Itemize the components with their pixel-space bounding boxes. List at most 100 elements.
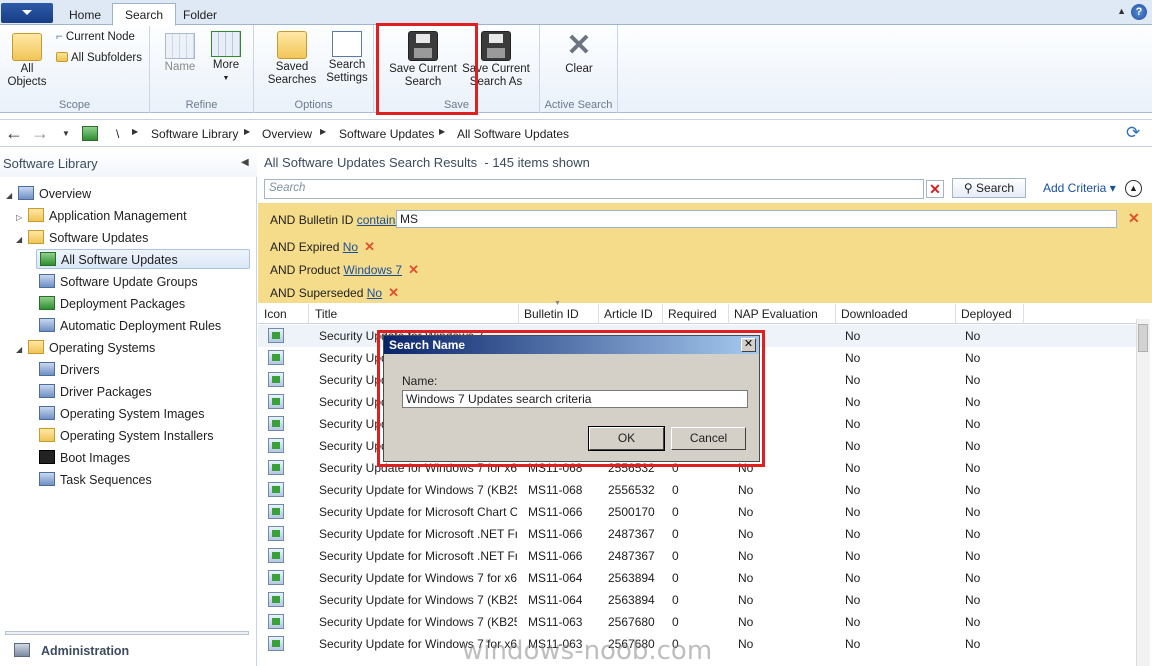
remove-criteria-icon[interactable]: ✕ <box>364 239 375 254</box>
expand-icon[interactable]: ◢ <box>16 340 28 360</box>
table-cell: No <box>845 417 861 431</box>
refresh-icon[interactable]: ⟳ <box>1126 123 1140 143</box>
column-title[interactable]: Title <box>315 307 337 321</box>
all-objects-button[interactable]: All Objects <box>6 33 48 89</box>
forward-arrow-icon[interactable]: → <box>30 124 50 144</box>
tree-item-deployment-packages[interactable]: Deployment Packages <box>39 294 185 314</box>
tab-folder[interactable]: Folder <box>170 3 230 26</box>
tree-item-boot-images[interactable]: Boot Images <box>39 448 130 468</box>
add-criteria-button[interactable]: Add Criteria ▾ <box>1043 181 1116 195</box>
tree-item-software-update-groups[interactable]: Software Update Groups <box>39 272 198 292</box>
expand-icon[interactable]: ◢ <box>6 186 18 206</box>
column-required[interactable]: Required <box>668 307 717 321</box>
column-bulletin-id[interactable]: Bulletin ID <box>524 307 579 321</box>
remove-criteria-icon[interactable]: ✕ <box>1128 210 1140 227</box>
breadcrumb-overview[interactable]: Overview <box>262 127 312 141</box>
remove-criteria-icon[interactable]: ✕ <box>388 285 399 300</box>
breadcrumb-root[interactable]: \ <box>116 127 119 141</box>
os-installer-icon <box>39 428 55 442</box>
table-row[interactable]: Security Update for Windows 7 (KB25... MS… <box>258 611 1138 633</box>
column-deployed[interactable]: Deployed <box>961 307 1012 321</box>
table-row[interactable]: Security Update for Windows 7 (KB25... MS… <box>258 589 1138 611</box>
software-update-icon <box>268 416 284 431</box>
minimize-ribbon-icon[interactable]: ▲ <box>1117 6 1126 16</box>
ribbon-tab-bar: Home Search Folder ▲ ? <box>0 0 1152 26</box>
table-row[interactable]: Security Update for Microsoft .NET Fra..… <box>258 523 1138 545</box>
breadcrumb-software-library[interactable]: Software Library <box>151 127 238 141</box>
clear-search-icon[interactable]: ✕ <box>926 180 944 198</box>
help-icon[interactable]: ? <box>1131 4 1147 20</box>
table-cell: No <box>738 549 754 563</box>
name-button[interactable]: Name <box>162 33 198 74</box>
saved-searches-button[interactable]: Saved Searches <box>264 31 320 87</box>
remove-criteria-icon[interactable]: ✕ <box>408 262 419 277</box>
breadcrumb-separator-icon[interactable]: ▶ <box>439 127 445 136</box>
cancel-button[interactable]: Cancel <box>671 427 746 450</box>
tree-item-automatic-deployment-rules[interactable]: Automatic Deployment Rules <box>39 316 221 336</box>
all-subfolders-icon <box>56 52 68 62</box>
column-article-id[interactable]: Article ID <box>604 307 653 321</box>
current-node-button[interactable]: ⌐ Current Node <box>56 31 135 44</box>
tree-item-drivers[interactable]: Drivers <box>39 360 100 380</box>
tree-item-software-updates[interactable]: ◢ Software Updates <box>16 228 148 248</box>
history-dropdown-icon[interactable]: ▼ <box>62 129 70 138</box>
column-icon[interactable]: Icon <box>264 307 287 321</box>
administration-icon <box>14 643 30 657</box>
application-menu-button[interactable] <box>1 3 53 23</box>
table-cell: No <box>845 637 861 651</box>
table-cell: No <box>845 373 861 387</box>
tree-item-operating-system-installers[interactable]: Operating System Installers <box>39 426 214 446</box>
tree-item-operating-systems[interactable]: ◢ Operating Systems <box>16 338 155 358</box>
tree-item-driver-packages[interactable]: Driver Packages <box>39 382 152 402</box>
criteria-value-link[interactable]: No <box>343 240 358 254</box>
breadcrumb-separator-icon[interactable]: ▶ <box>320 127 326 136</box>
collapse-criteria-icon[interactable]: ▲ <box>1125 180 1142 197</box>
dialog-close-icon[interactable]: ✕ <box>741 338 756 352</box>
tree-item-all-software-updates[interactable]: All Software Updates <box>36 249 250 269</box>
column-divider <box>955 304 956 324</box>
tab-home[interactable]: Home <box>56 3 114 26</box>
table-cell: 0 <box>672 571 679 585</box>
criteria-condition-link[interactable]: contains <box>357 213 402 227</box>
tab-search[interactable]: Search <box>112 3 177 26</box>
search-settings-button[interactable]: Search Settings <box>324 31 370 85</box>
clear-button[interactable]: ✕ Clear <box>554 31 604 76</box>
search-button[interactable]: ⚲ Search <box>952 178 1026 198</box>
collapse-pane-icon[interactable]: ◀ <box>241 157 249 168</box>
more-button[interactable]: More ▼ <box>208 31 244 85</box>
workspace-administration[interactable]: Administration <box>41 644 129 658</box>
breadcrumb-software-updates[interactable]: Software Updates <box>339 127 434 141</box>
ok-button[interactable]: OK <box>588 426 665 451</box>
breadcrumb-separator-icon[interactable]: ▶ <box>244 127 250 136</box>
breadcrumb-separator-icon[interactable]: ▶ <box>132 127 138 136</box>
tree-item-task-sequences[interactable]: Task Sequences <box>39 470 152 490</box>
tree-item-operating-system-images[interactable]: Operating System Images <box>39 404 205 424</box>
expand-icon[interactable]: ◢ <box>16 230 28 250</box>
criteria-value-link[interactable]: No <box>367 286 382 300</box>
table-cell: MS11-063 <box>528 615 583 629</box>
collapse-icon[interactable]: ▷ <box>16 208 28 228</box>
table-row[interactable]: Security Update for Windows 7 for x6... M… <box>258 567 1138 589</box>
tree-item-application-management[interactable]: ▷ Application Management <box>16 206 187 226</box>
search-name-input[interactable]: Windows 7 Updates search criteria <box>402 390 748 408</box>
table-cell: No <box>965 505 981 519</box>
vertical-scrollbar[interactable] <box>1136 319 1150 666</box>
bulletin-id-value-input[interactable]: MS <box>396 210 1117 228</box>
back-arrow-icon[interactable]: ← <box>4 124 24 144</box>
table-row[interactable]: Security Update for Windows 7 (KB25... MS… <box>258 479 1138 501</box>
search-input[interactable]: Search <box>264 179 924 199</box>
pane-splitter[interactable] <box>5 631 249 635</box>
scrollbar-thumb[interactable] <box>1138 324 1148 352</box>
table-cell: 2487367 <box>608 527 655 541</box>
table-row[interactable]: Security Update for Microsoft Chart Co..… <box>258 501 1138 523</box>
column-nap-evaluation[interactable]: NAP Evaluation <box>734 307 818 321</box>
table-row[interactable]: Security Update for Microsoft .NET Fra..… <box>258 545 1138 567</box>
table-cell: No <box>965 329 981 343</box>
tree-item-overview[interactable]: ◢ Overview <box>6 184 91 204</box>
table-cell: MS11-066 <box>528 505 583 519</box>
criteria-value-link[interactable]: Windows 7 <box>343 263 402 277</box>
all-subfolders-button[interactable]: All Subfolders <box>56 52 142 65</box>
column-downloaded[interactable]: Downloaded <box>841 307 908 321</box>
refine-group-label: Refine <box>185 99 218 111</box>
breadcrumb-all-software-updates[interactable]: All Software Updates <box>457 127 569 141</box>
